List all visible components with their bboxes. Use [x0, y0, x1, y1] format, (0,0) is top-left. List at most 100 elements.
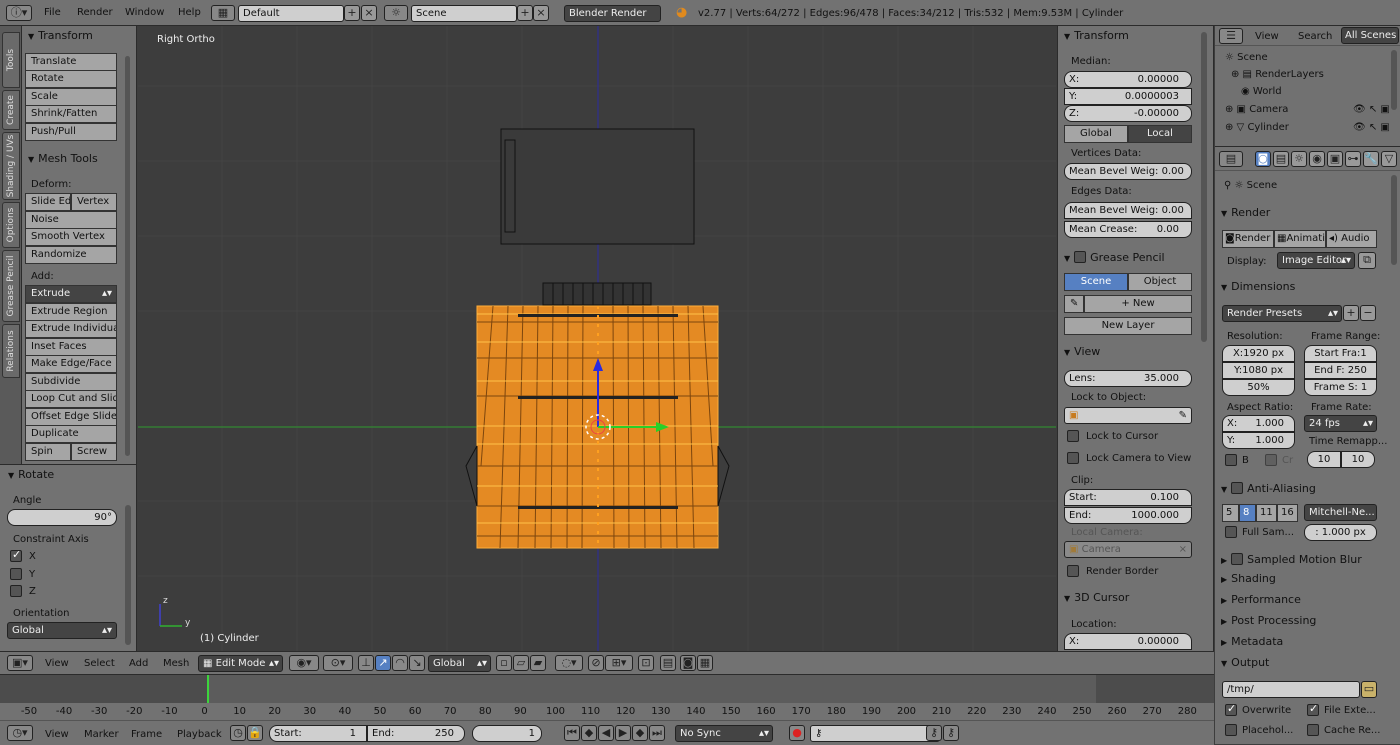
snap-toggle-icon[interactable]: ⊘ — [588, 655, 604, 671]
shrink-fatten-button[interactable]: Shrink/Fatten — [25, 105, 117, 123]
median-x-field[interactable]: X: 0.00000 — [1064, 71, 1192, 88]
grease-pencil-checkbox[interactable] — [1074, 251, 1087, 263]
toolshelf-scrollbar[interactable] — [125, 56, 130, 456]
manipulator-toggle-icon[interactable]: ⊥ — [358, 655, 374, 671]
frame-rate-select[interactable]: 24 fps ▴▾ — [1304, 415, 1377, 432]
frame-step-field[interactable]: Frame S: 1 — [1304, 379, 1377, 396]
grease-pencil-title[interactable]: ▼ Grease Pencil — [1064, 249, 1165, 264]
pencil-icon[interactable]: ✎ — [1064, 295, 1084, 313]
eyedropper-icon[interactable]: ✎ — [1179, 410, 1187, 422]
render-panel-title[interactable]: ▼ Render — [1221, 206, 1270, 219]
lock-camera-checkbox[interactable] — [1067, 452, 1079, 464]
jump-end-icon[interactable]: ⏭ — [649, 725, 665, 741]
outliner-item-world[interactable]: ◉ World — [1241, 86, 1282, 97]
timeline-editor-icon[interactable]: ◷▾ — [7, 725, 33, 741]
outliner-item-scene[interactable]: ☼ Scene — [1225, 52, 1268, 63]
dimensions-panel-title[interactable]: ▼ Dimensions — [1221, 280, 1295, 293]
new-grease-button[interactable]: + New — [1084, 295, 1192, 313]
modifiers-tab-icon[interactable]: 🔧 — [1363, 151, 1379, 167]
timeline-track[interactable] — [0, 675, 1214, 703]
menu-help[interactable]: Help — [178, 7, 201, 18]
vertex-select-icon[interactable]: ▫ — [496, 655, 512, 671]
end-frame-field[interactable]: End: 250 — [367, 725, 465, 742]
resolution-percent-slider[interactable]: 50% — [1222, 379, 1295, 396]
translate-button[interactable]: Translate — [25, 53, 117, 71]
file-extensions-checkbox[interactable]: ✓ — [1307, 702, 1319, 716]
output-path-field[interactable]: /tmp/ — [1222, 681, 1360, 698]
proportional-edit-icon[interactable]: ◌▾ — [555, 655, 583, 671]
jump-start-icon[interactable]: ⏮ — [564, 725, 580, 741]
outliner-view-menu[interactable]: View — [1255, 31, 1279, 42]
aspect-x-field[interactable]: X: 1.000 — [1222, 415, 1295, 432]
snap-target-icon[interactable]: ⊡ — [638, 655, 654, 671]
tab-options[interactable]: Options — [2, 202, 20, 248]
screw-button[interactable]: Screw — [71, 443, 117, 461]
operator-scrollbar[interactable] — [125, 505, 131, 645]
marker-menu[interactable]: Marker — [84, 729, 119, 740]
spin-button[interactable]: Spin — [25, 443, 71, 461]
layout-field[interactable]: Default — [238, 5, 344, 22]
rotate-button[interactable]: Rotate — [25, 70, 117, 88]
current-frame-field[interactable]: 1 — [472, 725, 542, 742]
lock-cursor-checkbox[interactable] — [1067, 430, 1079, 442]
grease-object-toggle[interactable]: Object — [1128, 273, 1192, 291]
remove-layout-icon[interactable]: × — [361, 5, 377, 21]
transform-orientation-select[interactable]: Global ▴▾ — [428, 655, 491, 672]
frame-end-field[interactable]: End F: 250 — [1304, 362, 1377, 379]
border-checkbox[interactable] — [1225, 454, 1237, 466]
object-tab-icon[interactable]: ▣ — [1327, 151, 1343, 167]
record-icon[interactable]: ● — [789, 725, 805, 741]
scale-manipulator-icon[interactable]: ↘ — [409, 655, 425, 671]
preview-range-icon[interactable]: ◷ — [230, 725, 246, 741]
vertex-bevel-weight-field[interactable]: Mean Bevel Weig: 0.00 — [1064, 163, 1192, 180]
extrude-region-button[interactable]: Extrude Region — [25, 303, 117, 321]
n-panel-scrollbar[interactable] — [1201, 32, 1207, 342]
rotate-manipulator-icon[interactable]: ◠ — [392, 655, 408, 671]
3d-viewport[interactable]: Right Ortho (1) Cylinder z y — [138, 26, 1056, 651]
add-menu[interactable]: Add — [129, 658, 148, 669]
viewport-shading-icon[interactable]: ◉▾ — [289, 655, 319, 671]
translate-manipulator-icon[interactable]: ↗ — [375, 655, 391, 671]
render-tab-icon[interactable]: ◙ — [1255, 151, 1271, 167]
display-select[interactable]: Image Editor ▴▾ — [1277, 252, 1355, 269]
view-menu[interactable]: View — [45, 658, 69, 669]
motion-blur-checkbox[interactable] — [1231, 553, 1244, 565]
animation-button[interactable]: ▦Animati — [1274, 230, 1326, 248]
tab-relations[interactable]: Relations — [2, 324, 20, 378]
render-anim-icon[interactable]: ▦ — [697, 655, 713, 671]
lock-object-field[interactable]: ▣ ✎ — [1064, 407, 1192, 424]
layers-icon[interactable]: ▤ — [660, 655, 676, 671]
remove-preset-icon[interactable]: − — [1360, 305, 1376, 321]
pin-icon[interactable]: ⚲ — [1224, 180, 1235, 191]
push-pull-button[interactable]: Push/Pull — [25, 123, 117, 141]
rotate-operator-title[interactable]: ▼ Rotate — [8, 468, 54, 481]
menu-render[interactable]: Render — [77, 7, 113, 18]
sync-mode-select[interactable]: No Sync ▴▾ — [675, 725, 773, 742]
scale-button[interactable]: Scale — [25, 88, 117, 106]
resolution-x-field[interactable]: X:1920 px — [1222, 345, 1295, 362]
render-presets-select[interactable]: Render Presets ▴▾ — [1222, 305, 1342, 322]
layers-tab-icon[interactable]: ▤ — [1273, 151, 1289, 167]
menu-window[interactable]: Window — [125, 7, 164, 18]
outliner-search-menu[interactable]: Search — [1298, 31, 1332, 42]
render-opengl-icon[interactable]: ◙ — [680, 655, 696, 671]
aa-samples-5[interactable]: 5 — [1222, 504, 1239, 522]
playback-menu[interactable]: Playback — [177, 729, 222, 740]
new-layer-button[interactable]: New Layer — [1064, 317, 1192, 335]
properties-editor-icon[interactable]: ▤ — [1219, 151, 1243, 167]
extrude-individual-button[interactable]: Extrude Individual — [25, 320, 117, 338]
prev-keyframe-icon[interactable]: ◆ — [581, 725, 597, 741]
folder-icon[interactable]: ▭ — [1361, 681, 1377, 698]
extrude-dropdown[interactable]: Extrude ▴▾ — [25, 285, 117, 303]
cursor-x-field[interactable]: X: 0.00000 — [1064, 633, 1192, 650]
placeholders-checkbox[interactable] — [1225, 724, 1237, 736]
orientation-select[interactable]: Global ▴▾ — [7, 622, 117, 639]
tab-tools[interactable]: Tools — [2, 32, 20, 88]
median-z-field[interactable]: Z: -0.00000 — [1064, 105, 1192, 122]
mean-crease-field[interactable]: Mean Crease: 0.00 — [1064, 221, 1192, 238]
subdivide-button[interactable]: Subdivide — [25, 373, 117, 391]
cache-result-checkbox[interactable] — [1307, 724, 1319, 736]
aa-samples-16[interactable]: 16 — [1277, 504, 1298, 522]
outliner-scrollbar[interactable] — [1391, 50, 1397, 110]
data-tab-icon[interactable]: ▽ — [1381, 151, 1397, 167]
